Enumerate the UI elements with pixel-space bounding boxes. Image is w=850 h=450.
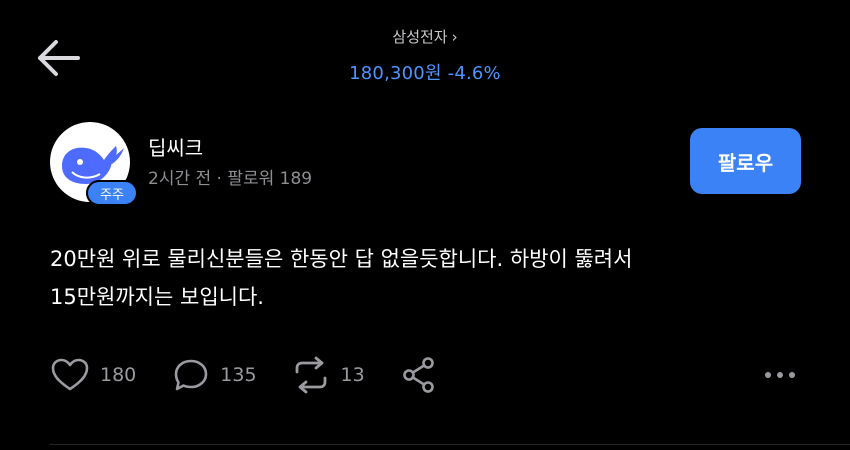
- more-options-button[interactable]: [760, 362, 800, 388]
- stock-header: 삼성전자 › 180,300원 -4.6%: [0, 26, 850, 85]
- share-icon: [402, 357, 434, 393]
- comment-icon: [174, 359, 208, 391]
- share-button[interactable]: [401, 356, 437, 394]
- repost-icon: [295, 356, 326, 394]
- author-name[interactable]: 딥씨크: [148, 132, 203, 161]
- chevron-right-icon: ›: [451, 27, 458, 46]
- comment-count: 135: [220, 364, 257, 386]
- like-button[interactable]: 180: [50, 357, 136, 393]
- comment-button[interactable]: 135: [172, 357, 257, 393]
- stock-name: 삼성전자: [392, 28, 448, 46]
- repost-button[interactable]: 13: [291, 356, 365, 394]
- stock-name-link[interactable]: 삼성전자 ›: [392, 26, 457, 47]
- post-actions: 180 135 13: [50, 355, 437, 395]
- stock-price-line: 180,300원 -4.6%: [0, 59, 850, 85]
- stock-price: 180,300원: [349, 63, 442, 84]
- post-body-line-2: 15만원까지는 보입니다.: [50, 285, 264, 309]
- repost-count: 13: [340, 364, 365, 386]
- stock-change: -4.6%: [447, 63, 501, 84]
- author-meta: 2시간 전 · 팔로워 189: [148, 169, 313, 189]
- follow-button[interactable]: 팔로우: [690, 128, 801, 194]
- like-count: 180: [100, 364, 137, 386]
- more-horizontal-icon: [765, 372, 795, 378]
- post-body: 20만원 위로 물리신분들은 한동안 답 없을듯합니다. 하방이 뚫려서 15만…: [50, 240, 810, 316]
- heart-icon: [51, 358, 89, 391]
- shareholder-badge: 주주: [86, 180, 138, 206]
- post-body-line-1: 20만원 위로 물리신분들은 한동안 답 없을듯합니다. 하방이 뚫려서: [50, 247, 633, 271]
- divider: [50, 444, 850, 445]
